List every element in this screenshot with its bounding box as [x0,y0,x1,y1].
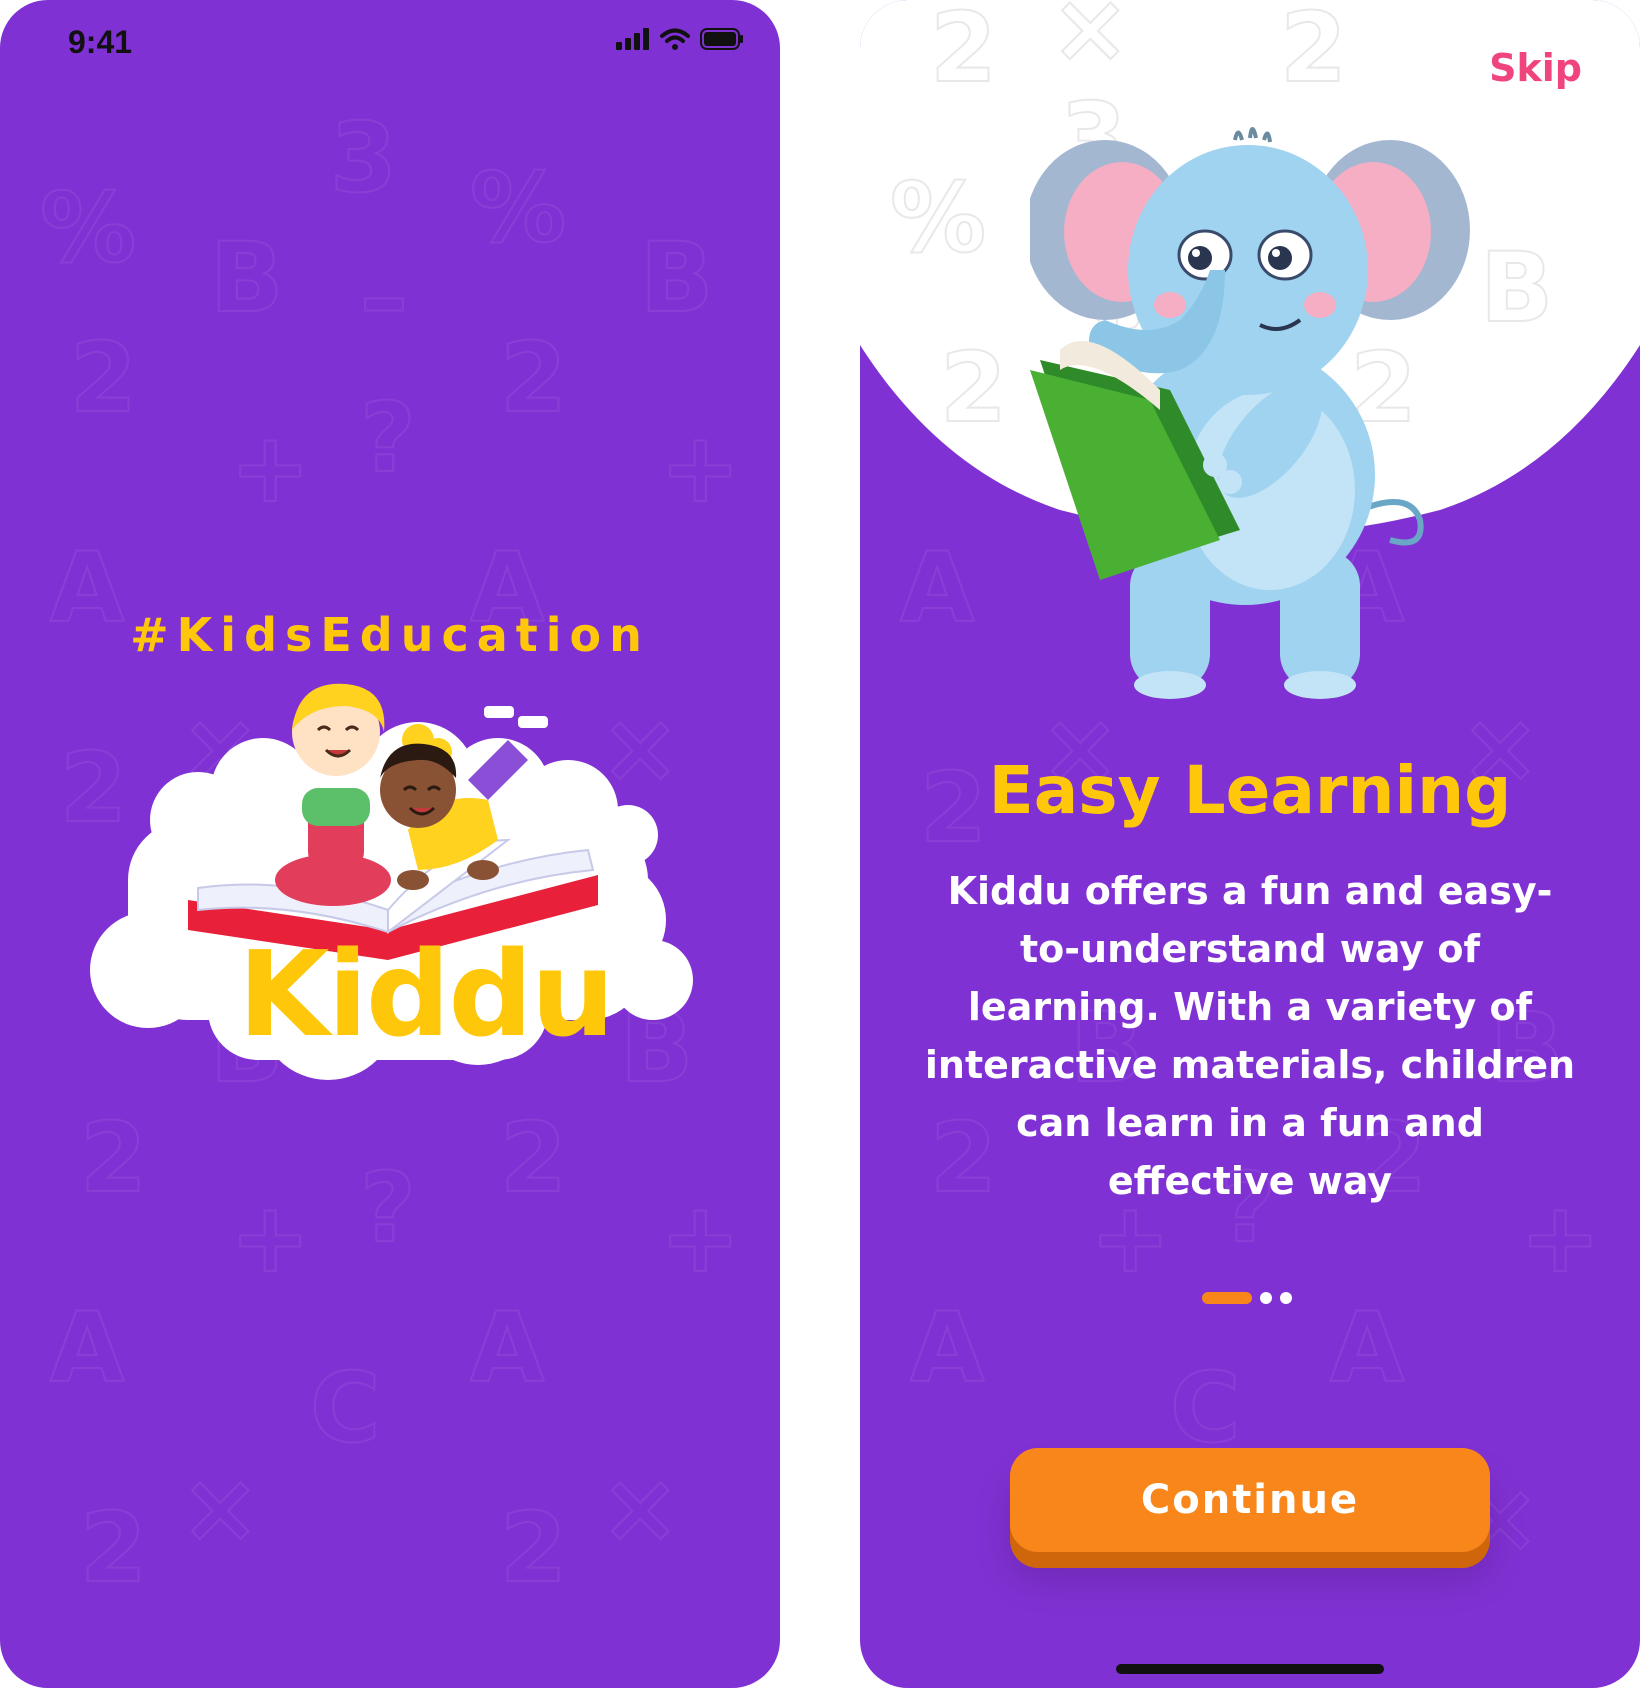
page-dot-active [1202,1292,1252,1304]
kiddu-logo: Kiddu [88,670,708,1090]
status-time: 9:41 [68,24,133,60]
home-indicator [1116,1664,1384,1674]
page-indicator [1202,1292,1292,1304]
page-dot [1260,1292,1272,1304]
wifi-icon [660,28,690,50]
elephant-reading-illustration [1030,127,1470,699]
onboarding-screen: A A × × 2 B B 2 2 ? + + A A C × × 2 × 2 … [860,0,1640,1688]
skip-button[interactable]: Skip [1489,46,1582,90]
splash-screen: % 3 % B – B 2 2 ? + + A A × × 2 B B 2 2 … [0,0,780,1688]
continue-button[interactable]: Continue [1010,1448,1490,1552]
status-icons [616,28,744,50]
battery-icon [700,28,743,50]
page-dot [1280,1292,1292,1304]
signal-icon [616,28,649,50]
hashtag-title: #KidsEducation [130,608,650,662]
onboarding-title: Easy Learning [988,752,1512,829]
onboarding-description: Kiddu offers a fun and easy-to-understan… [924,869,1576,1203]
logo-text: Kiddu [238,925,615,1063]
